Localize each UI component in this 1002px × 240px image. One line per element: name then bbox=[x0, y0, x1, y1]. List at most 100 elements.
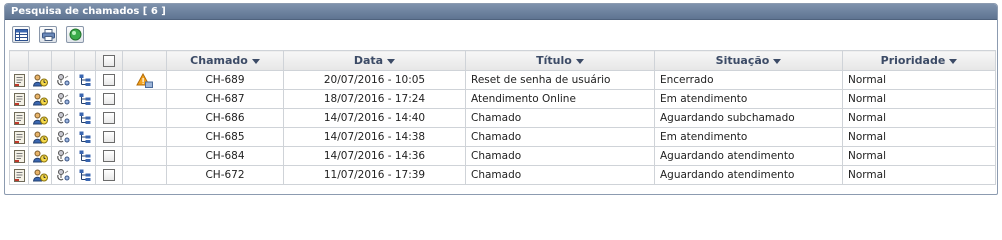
col-header-chamado[interactable]: Chamado bbox=[166, 50, 284, 71]
details-cell[interactable] bbox=[9, 108, 29, 128]
chamado-cell[interactable]: CH-685 bbox=[166, 127, 284, 147]
situacao-cell: Aguardando atendimento bbox=[654, 165, 843, 185]
hierarchy-cell[interactable] bbox=[74, 108, 96, 128]
prioridade-cell: Normal bbox=[842, 146, 996, 166]
data-cell: 14/07/2016 - 14:38 bbox=[283, 127, 466, 147]
attend-cell[interactable] bbox=[51, 146, 75, 166]
details-icon bbox=[13, 130, 25, 144]
data-cell: 14/07/2016 - 14:36 bbox=[283, 146, 466, 166]
hierarchy-cell[interactable] bbox=[74, 127, 96, 147]
export-icon bbox=[69, 28, 81, 41]
sort-arrow-icon bbox=[773, 58, 782, 64]
details-cell[interactable] bbox=[9, 89, 29, 109]
col-header-situacao[interactable]: Situação bbox=[654, 50, 843, 71]
user-clock-icon bbox=[32, 169, 48, 181]
details-icon bbox=[13, 73, 25, 87]
row-select-cell bbox=[95, 146, 123, 166]
hierarchy-cell[interactable] bbox=[74, 146, 96, 166]
table-row[interactable]: CH-672 11/07/2016 - 17:39 Chamado Aguardand… bbox=[9, 165, 996, 185]
hierarchy-cell[interactable] bbox=[74, 165, 96, 185]
col-spacer bbox=[9, 50, 29, 71]
hierarchy-icon bbox=[79, 131, 91, 143]
hierarchy-cell[interactable] bbox=[74, 89, 96, 109]
hierarchy-cell[interactable] bbox=[74, 70, 96, 90]
titulo-cell: Atendimento Online bbox=[465, 89, 655, 109]
situacao-cell: Aguardando atendimento bbox=[654, 146, 843, 166]
attend-cell[interactable] bbox=[51, 165, 75, 185]
details-cell[interactable] bbox=[9, 146, 29, 166]
details-icon bbox=[13, 111, 25, 125]
col-header-prioridade[interactable]: Prioridade bbox=[842, 50, 996, 71]
table-row[interactable]: CH-685 14/07/2016 - 14:38 Chamado Em atendi… bbox=[9, 127, 996, 147]
attend-cell[interactable] bbox=[51, 89, 75, 109]
assign-cell[interactable] bbox=[28, 146, 52, 166]
hierarchy-icon bbox=[79, 93, 91, 105]
titulo-cell: Chamado bbox=[465, 165, 655, 185]
details-icon bbox=[13, 92, 25, 106]
attend-cell[interactable] bbox=[51, 70, 75, 90]
data-cell: 20/07/2016 - 10:05 bbox=[283, 70, 466, 90]
row-select-cell bbox=[95, 108, 123, 128]
assign-cell[interactable] bbox=[28, 127, 52, 147]
hierarchy-icon bbox=[79, 169, 91, 181]
assign-cell[interactable] bbox=[28, 165, 52, 185]
chamado-cell[interactable]: CH-684 bbox=[166, 146, 284, 166]
assign-cell[interactable] bbox=[28, 89, 52, 109]
data-cell: 18/07/2016 - 17:24 bbox=[283, 89, 466, 109]
grid-view-icon bbox=[14, 28, 28, 41]
sort-arrow-icon bbox=[251, 58, 260, 64]
select-all-checkbox[interactable] bbox=[103, 55, 115, 67]
details-cell[interactable] bbox=[9, 70, 29, 90]
stethoscope-icon bbox=[57, 168, 70, 180]
row-select-cell bbox=[95, 127, 123, 147]
row-checkbox[interactable] bbox=[103, 150, 115, 162]
col-spacer bbox=[28, 50, 52, 71]
row-checkbox[interactable] bbox=[103, 112, 115, 124]
assign-cell[interactable] bbox=[28, 70, 52, 90]
table-row[interactable]: CH-687 18/07/2016 - 17:24 Atendimento Onli… bbox=[9, 89, 996, 109]
panel-title: Pesquisa de chamados [ 6 ] bbox=[5, 4, 997, 20]
flag-cell bbox=[122, 127, 167, 147]
chamado-cell[interactable]: CH-672 bbox=[166, 165, 284, 185]
user-clock-icon bbox=[32, 112, 48, 124]
data-cell: 14/07/2016 - 14:40 bbox=[283, 108, 466, 128]
assign-cell[interactable] bbox=[28, 108, 52, 128]
chamado-cell[interactable]: CH-687 bbox=[166, 89, 284, 109]
data-cell: 11/07/2016 - 17:39 bbox=[283, 165, 466, 185]
row-select-cell bbox=[95, 70, 123, 90]
flag-cell bbox=[122, 108, 167, 128]
sort-arrow-icon bbox=[387, 58, 396, 64]
row-checkbox[interactable] bbox=[103, 93, 115, 105]
row-checkbox[interactable] bbox=[103, 131, 115, 143]
attend-cell[interactable] bbox=[51, 127, 75, 147]
chamado-cell[interactable]: CH-689 bbox=[166, 70, 284, 90]
attend-cell[interactable] bbox=[51, 108, 75, 128]
stethoscope-icon bbox=[57, 73, 70, 85]
search-panel: Pesquisa de chamados [ 6 ] Chamado Data … bbox=[4, 3, 998, 195]
hierarchy-icon bbox=[79, 112, 91, 124]
row-checkbox[interactable] bbox=[103, 169, 115, 181]
print-button[interactable] bbox=[39, 26, 57, 43]
table-header-row: Chamado Data Título Situação Prioridade bbox=[9, 50, 996, 71]
prioridade-cell: Normal bbox=[842, 165, 996, 185]
col-spacer bbox=[122, 50, 167, 71]
col-header-titulo[interactable]: Título bbox=[465, 50, 655, 71]
details-cell[interactable] bbox=[9, 127, 29, 147]
user-clock-icon bbox=[32, 93, 48, 105]
hierarchy-icon bbox=[79, 150, 91, 162]
table-row[interactable]: CH-684 14/07/2016 - 14:36 Chamado Aguardand… bbox=[9, 146, 996, 166]
table-row[interactable]: CH-689 20/07/2016 - 10:05 Reset de senha d… bbox=[9, 70, 996, 90]
sort-arrow-icon bbox=[949, 58, 958, 64]
chamado-cell[interactable]: CH-686 bbox=[166, 108, 284, 128]
table-row[interactable]: CH-686 14/07/2016 - 14:40 Chamado Aguardand… bbox=[9, 108, 996, 128]
titulo-cell: Chamado bbox=[465, 146, 655, 166]
col-header-data[interactable]: Data bbox=[283, 50, 466, 71]
titulo-cell: Reset de senha de usuário bbox=[465, 70, 655, 90]
grid-view-button[interactable] bbox=[12, 26, 30, 43]
col-spacer bbox=[51, 50, 75, 71]
row-checkbox[interactable] bbox=[103, 74, 115, 86]
export-button[interactable] bbox=[66, 26, 84, 43]
user-clock-icon bbox=[32, 74, 48, 86]
prioridade-cell: Normal bbox=[842, 70, 996, 90]
details-cell[interactable] bbox=[9, 165, 29, 185]
